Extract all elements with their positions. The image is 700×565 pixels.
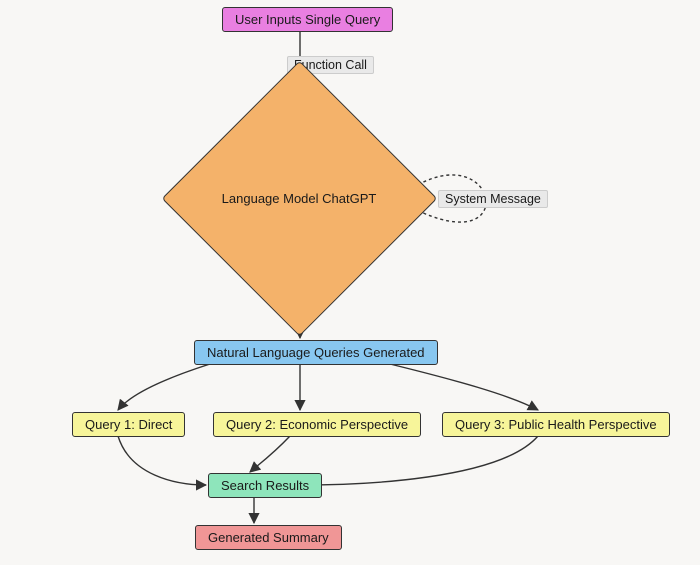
node-search-results: Search Results <box>208 473 322 498</box>
node-language-model-label: Language Model ChatGPT <box>202 101 397 296</box>
node-generated-summary: Generated Summary <box>195 525 342 550</box>
node-user-input: User Inputs Single Query <box>222 7 393 32</box>
node-generated-queries: Natural Language Queries Generated <box>194 340 438 365</box>
edge-label-system-message: System Message <box>438 190 548 208</box>
node-query-2: Query 2: Economic Perspective <box>213 412 421 437</box>
node-query-3: Query 3: Public Health Perspective <box>442 412 670 437</box>
node-language-model: Language Model ChatGPT <box>202 101 397 296</box>
node-query-1: Query 1: Direct <box>72 412 185 437</box>
